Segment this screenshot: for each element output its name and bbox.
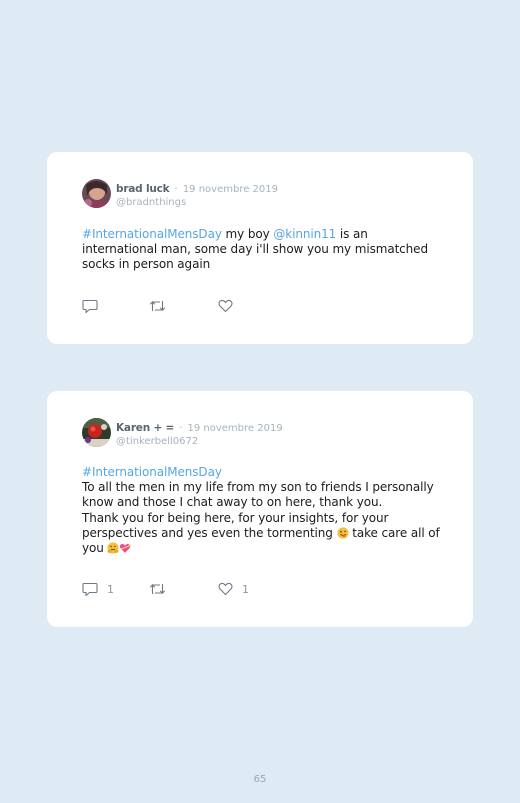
- author-info: brad luck · 19 novembre 2019 @bradnthing…: [116, 181, 278, 209]
- reply-icon: [82, 299, 98, 313]
- heart-icon: [218, 582, 233, 596]
- author-name[interactable]: Karen + =: [116, 422, 174, 434]
- like-button[interactable]: [218, 298, 242, 314]
- author-info: Karen + = · 19 novembre 2019 @tinkerbell…: [116, 420, 283, 448]
- like-count: 1: [242, 582, 249, 596]
- tweet-text-line: To all the men in my life from my son to…: [82, 480, 434, 510]
- separator-dot: ·: [174, 184, 178, 195]
- avatar[interactable]: [82, 179, 111, 208]
- reply-count: 1: [107, 582, 114, 596]
- avatar-photo: [82, 418, 111, 447]
- page-number: 65: [253, 774, 267, 785]
- tweet-date[interactable]: 19 novembre 2019: [183, 184, 278, 195]
- hashtag-link[interactable]: #InternationalMensDay: [82, 227, 222, 241]
- tweet-text: #InternationalMensDay To all the men in …: [82, 465, 444, 556]
- tweet-card: Karen + = · 19 novembre 2019 @tinkerbell…: [47, 391, 473, 627]
- heart-with-ribbon-emoji: [120, 543, 131, 553]
- author-handle[interactable]: @tinkerbell0672: [116, 436, 283, 448]
- retweet-button[interactable]: [149, 298, 175, 314]
- reply-icon: [82, 582, 98, 596]
- hugging-face-emoji: [107, 542, 120, 554]
- avatar[interactable]: [82, 418, 111, 447]
- tweet-card: brad luck · 19 novembre 2019 @bradnthing…: [47, 152, 473, 344]
- hashtag-link[interactable]: #InternationalMensDay: [82, 465, 222, 479]
- like-button[interactable]: 1: [218, 581, 249, 597]
- reply-button[interactable]: 1: [82, 581, 114, 597]
- retweet-button[interactable]: [149, 581, 175, 597]
- separator-dot: ·: [179, 423, 183, 434]
- author-name[interactable]: brad luck: [116, 183, 170, 195]
- tweet-text: #InternationalMensDay my boy @kinnin11 i…: [82, 227, 444, 273]
- author-handle[interactable]: @bradnthings: [116, 197, 278, 209]
- avatar-photo: [82, 179, 111, 208]
- tweet-text-segment: my boy: [221, 227, 274, 241]
- winking-face-tongue-emoji: [336, 527, 349, 539]
- mention-link[interactable]: @kinnin11: [273, 227, 336, 241]
- reply-button[interactable]: [82, 298, 107, 314]
- heart-icon: [218, 299, 233, 313]
- tweet-date[interactable]: 19 novembre 2019: [187, 423, 282, 434]
- retweet-icon: [149, 583, 166, 595]
- retweet-icon: [149, 300, 166, 312]
